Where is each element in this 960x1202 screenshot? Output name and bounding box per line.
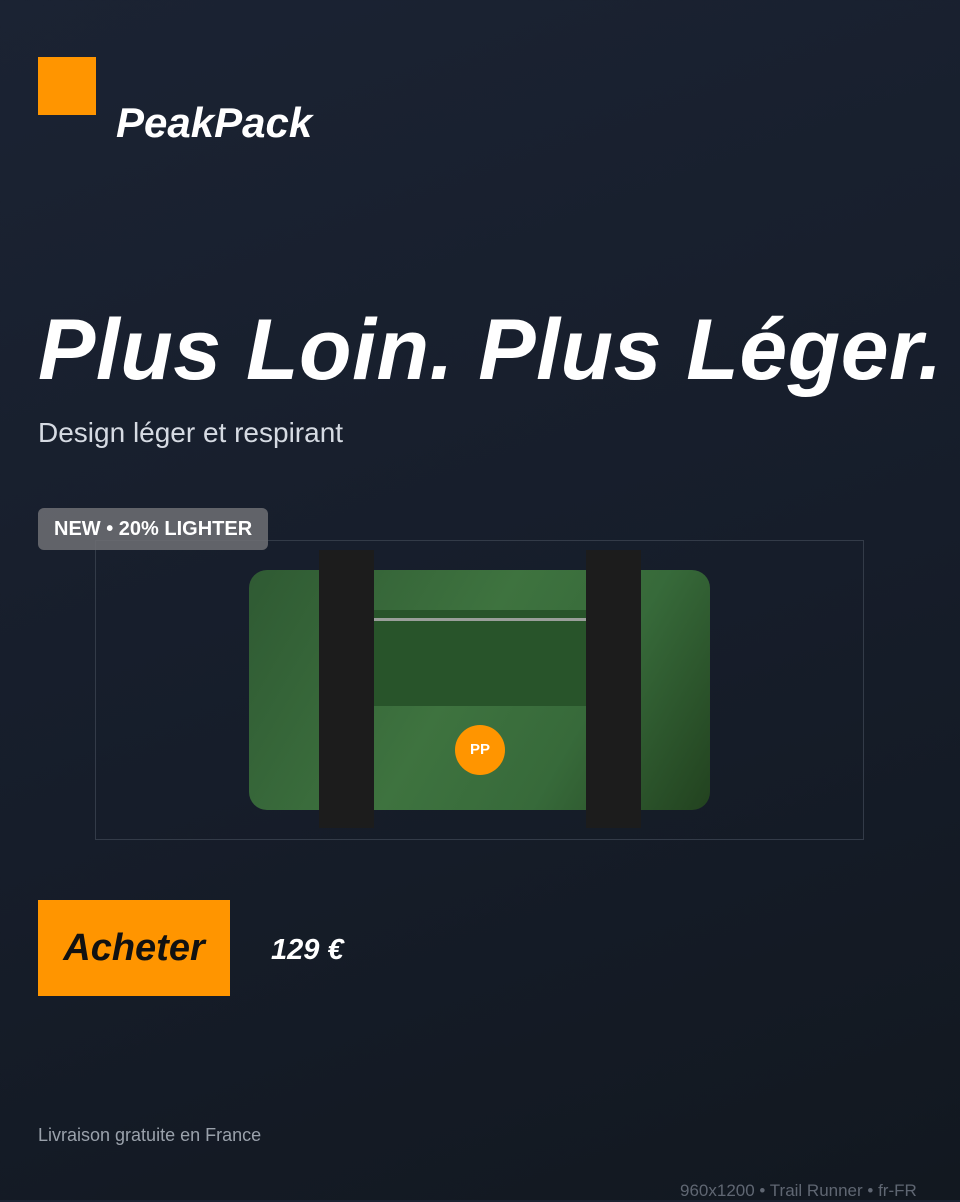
- brand-name: PeakPack: [116, 99, 313, 146]
- product-strap-right: [586, 550, 641, 828]
- product-price: 129 €: [271, 934, 344, 966]
- hero-subtitle: Design léger et respirant: [38, 417, 344, 448]
- buy-button[interactable]: Acheter: [38, 900, 230, 996]
- product-logo-badge: PP: [455, 725, 505, 775]
- hero-headline: Plus Loin. Plus Léger.: [38, 302, 943, 398]
- ad-meta-caption: 960x1200 • Trail Runner • fr-FR: [680, 1181, 917, 1200]
- product-bag-panel: [373, 610, 586, 706]
- new-badge: NEW • 20% LIGHTER: [38, 508, 269, 550]
- brand-logo: [38, 57, 96, 115]
- shipping-note: Livraison gratuite en France: [38, 1125, 262, 1145]
- product-strap-left: [319, 550, 374, 828]
- product-bag-zipper: [373, 618, 586, 621]
